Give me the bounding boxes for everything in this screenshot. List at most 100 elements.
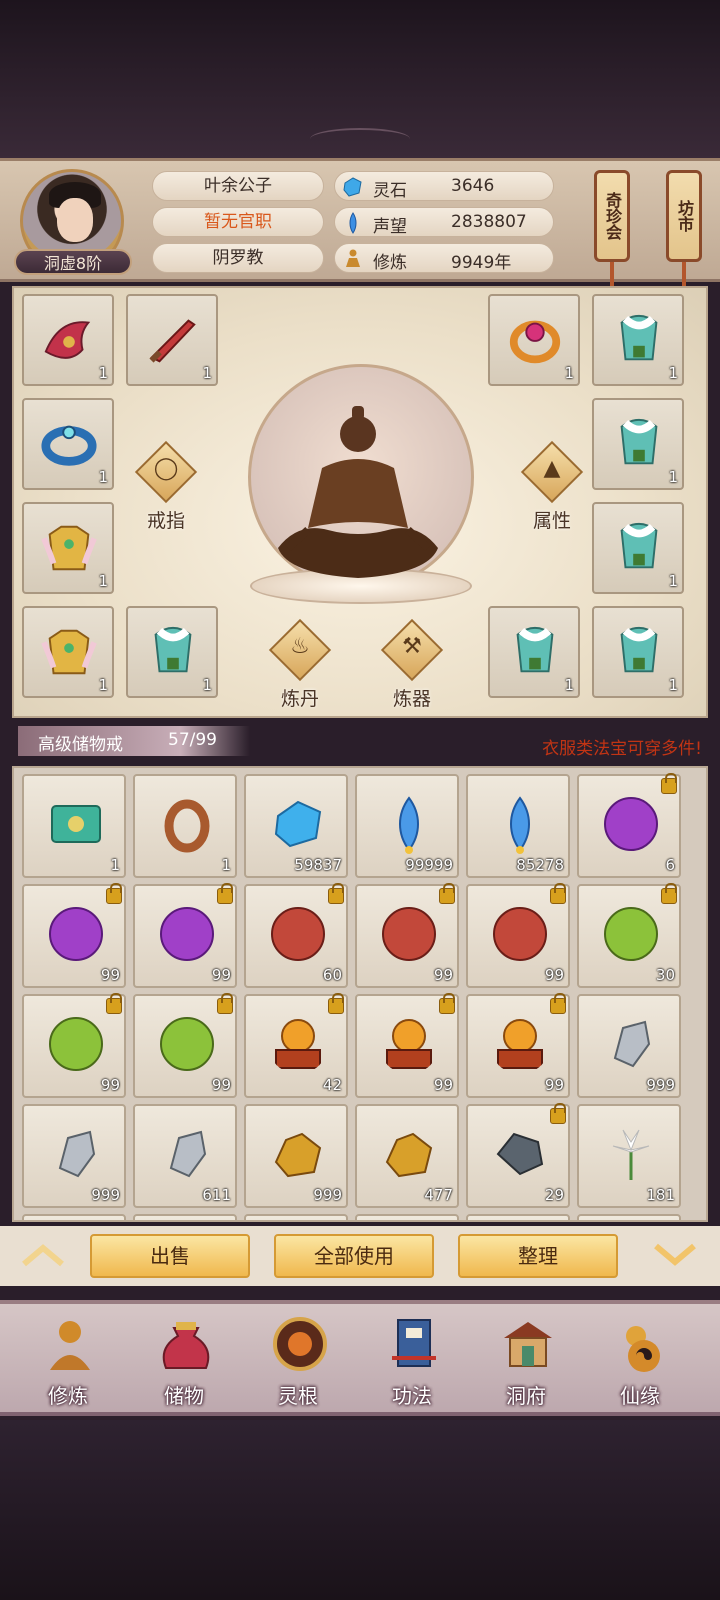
nav-label: 储物 (164, 1384, 204, 1408)
inventory-cell[interactable]: 99 (466, 993, 570, 1098)
sort-button[interactable]: 整理 (458, 1234, 618, 1278)
item-count: 6 (665, 856, 675, 874)
attributes-button[interactable]: ▲ 属性 (520, 440, 584, 532)
equip-slot[interactable]: 1 (488, 294, 580, 386)
lock-icon (550, 993, 566, 1014)
equip-slot[interactable]: 1 (592, 606, 684, 698)
stat-value: 3646 (451, 176, 495, 196)
equip-slot[interactable]: 1 (592, 294, 684, 386)
inventory-cell[interactable]: 99 (355, 993, 459, 1098)
nav-storage[interactable]: 储物 (134, 1310, 234, 1414)
red-orb-icon (271, 907, 325, 961)
green-orb-icon (604, 907, 658, 961)
inventory-cell[interactable]: 181 (577, 1104, 681, 1208)
cave-dwelling-icon (504, 1322, 552, 1367)
inventory-cell[interactable]: 59837 (244, 774, 348, 878)
bronze-ring-icon (164, 799, 210, 853)
inventory-cell[interactable] (133, 1214, 237, 1220)
equip-slot[interactable]: 1 (22, 294, 114, 386)
equip-slot[interactable]: 1 (126, 294, 218, 386)
forging-button[interactable]: ⚒ 炼器 (380, 618, 444, 710)
inventory-cell[interactable]: 60 (244, 883, 348, 988)
inventory-cell[interactable]: 611 (133, 1104, 237, 1208)
nav-cave[interactable]: 洞府 (476, 1310, 576, 1414)
nav-technique[interactable]: 功法 (362, 1310, 462, 1414)
nav-immortal-fate[interactable]: 仙缘 (590, 1310, 690, 1414)
equip-slot[interactable]: 1 (22, 398, 114, 490)
item-count: 999 (646, 1076, 675, 1094)
inventory-cell[interactable]: 30 (577, 883, 681, 988)
jade-ring-icon (41, 425, 97, 466)
item-count: 999 (91, 1186, 120, 1204)
stat-label: 声望 (373, 217, 407, 237)
item-count: 30 (655, 966, 675, 984)
inventory-cell[interactable]: 29 (466, 1103, 570, 1208)
inventory-cell[interactable]: 999 (577, 994, 681, 1098)
item-count: 99 (544, 966, 564, 984)
inventory-cell[interactable]: 99 (355, 883, 459, 988)
ornament (310, 128, 410, 150)
inventory-cell[interactable]: 99 (22, 883, 126, 988)
storage-ring-bar: 高级储物戒 57/99 (18, 726, 250, 756)
anvil-icon: ⚒ (402, 634, 422, 659)
equip-slot[interactable]: 1 (22, 502, 114, 594)
inventory-cell[interactable]: 99 (133, 883, 237, 988)
jade-box-icon (51, 805, 101, 843)
inventory-cell[interactable]: 1 (22, 774, 126, 878)
inventory-cell[interactable]: 99 (466, 883, 570, 988)
storage-capacity: 57/99 (168, 730, 217, 750)
item-count: 1 (110, 856, 120, 874)
ring-label: 戒指 (146, 510, 185, 532)
official-title: 暂无官职 (152, 207, 324, 237)
green-orb-icon (49, 1017, 103, 1071)
item-count: 1 (98, 364, 108, 382)
lock-icon (217, 993, 233, 1014)
alchemy-label: 炼丹 (280, 688, 319, 710)
nav-spirit-root[interactable]: 灵根 (248, 1310, 348, 1414)
item-count: 85278 (516, 856, 564, 874)
item-count: 99999 (405, 856, 453, 874)
inventory-cell[interactable]: 6 (577, 773, 681, 878)
alchemy-button[interactable]: ♨ 炼丹 (268, 618, 332, 710)
ring-button[interactable]: ◯ 戒指 (134, 440, 198, 532)
equip-slot[interactable]: 1 (592, 502, 684, 594)
item-count: 1 (668, 364, 678, 382)
prestige-icon (349, 212, 357, 234)
equip-slot[interactable]: 1 (488, 606, 580, 698)
ring-icon: ◯ (153, 456, 179, 481)
equip-slot[interactable]: 1 (592, 398, 684, 490)
inventory-cell[interactable] (22, 1214, 126, 1220)
inventory-cell[interactable] (355, 1214, 459, 1220)
inventory-cell[interactable]: 85278 (466, 774, 570, 878)
item-count: 1 (564, 676, 574, 694)
inventory-cell[interactable] (577, 1214, 681, 1220)
nav-cultivate[interactable]: 修炼 (18, 1310, 118, 1414)
stat-value: 9949年 (451, 253, 512, 273)
chevron-up-icon[interactable] (20, 1240, 66, 1270)
red-orb-icon (382, 907, 436, 961)
equip-slot[interactable]: 1 (22, 606, 114, 698)
use-all-button[interactable]: 全部使用 (274, 1234, 434, 1278)
market-button[interactable]: 坊市 (666, 170, 702, 262)
item-count: 99 (100, 966, 120, 984)
cultivate-icon (50, 1321, 90, 1370)
treasure-fair-button[interactable]: 奇珍会 (594, 170, 630, 262)
inventory-cell[interactable]: 99999 (355, 774, 459, 878)
inventory-cell[interactable] (244, 1214, 348, 1220)
fur-robe-icon (620, 626, 658, 673)
silver-ore-icon (58, 1130, 96, 1178)
chevron-down-icon[interactable] (652, 1240, 698, 1270)
inventory-cell[interactable]: 477 (355, 1104, 459, 1208)
sell-button[interactable]: 出售 (90, 1234, 250, 1278)
inventory-cell[interactable]: 999 (22, 1104, 126, 1208)
inventory-cell[interactable]: 999 (244, 1104, 348, 1208)
inventory-cell[interactable]: 99 (22, 993, 126, 1098)
gold-ore-icon (274, 1132, 322, 1178)
inventory-cell[interactable]: 42 (244, 993, 348, 1098)
inventory-cell[interactable]: 1 (133, 774, 237, 878)
inventory-cell[interactable] (466, 1214, 570, 1220)
gold-orb-pedestal-icon (275, 1019, 321, 1069)
inventory-cell[interactable]: 99 (133, 993, 237, 1098)
green-orb-icon (160, 1017, 214, 1071)
equip-slot[interactable]: 1 (126, 606, 218, 698)
